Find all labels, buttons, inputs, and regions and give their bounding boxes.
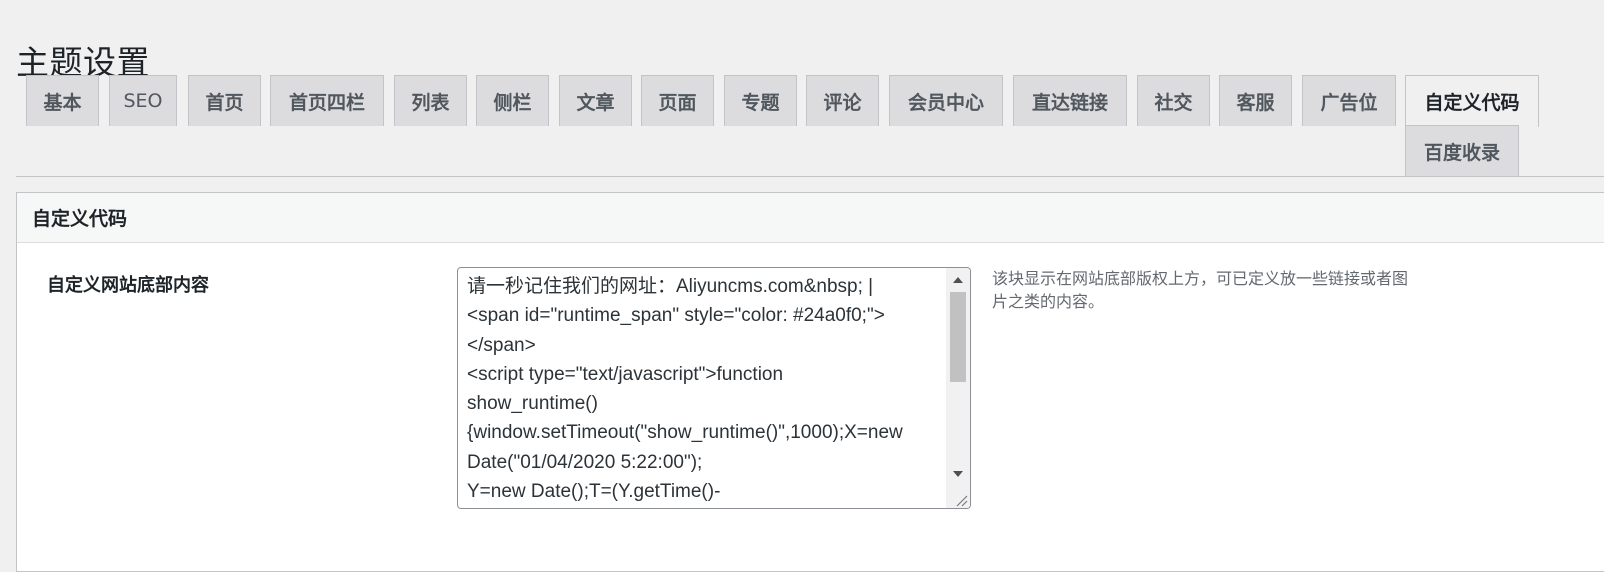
tab-home-four-columns[interactable]: 首页四栏 <box>270 75 384 126</box>
arrow-up-icon[interactable] <box>946 270 970 290</box>
tab-basic[interactable]: 基本 <box>26 75 99 126</box>
arrow-down-icon[interactable] <box>946 464 970 484</box>
tab-list[interactable]: 列表 <box>394 75 467 126</box>
tab-topic[interactable]: 专题 <box>724 75 797 126</box>
resize-grip-icon[interactable] <box>954 492 968 507</box>
tab-direct-links[interactable]: 直达链接 <box>1013 75 1127 126</box>
tab-seo[interactable]: SEO <box>109 75 177 126</box>
tab-page[interactable]: 页面 <box>641 75 714 126</box>
tab-comments[interactable]: 评论 <box>806 75 879 126</box>
tab-home[interactable]: 首页 <box>188 75 261 126</box>
scrollbar-thumb[interactable] <box>950 292 966 382</box>
tab-social[interactable]: 社交 <box>1137 75 1210 126</box>
tab-sidebar[interactable]: 侧栏 <box>476 75 549 126</box>
tab-custom-code[interactable]: 自定义代码 <box>1405 75 1539 127</box>
textarea-scrollbar[interactable] <box>946 268 970 508</box>
tab-member-center[interactable]: 会员中心 <box>889 75 1003 126</box>
tabs-divider <box>16 176 1604 177</box>
tab-customer-service[interactable]: 客服 <box>1219 75 1292 126</box>
footer-content-label: 自定义网站底部内容 <box>47 275 209 296</box>
footer-content-textarea[interactable]: 请一秒记住我们的网址：Aliyuncms.com&nbsp; | <span i… <box>457 267 971 509</box>
settings-panel: 自定义代码 自定义网站底部内容 请一秒记住我们的网址：Aliyuncms.com… <box>16 192 1604 572</box>
field-description: 该块显示在网站底部版权上方，可已定义放一些链接或者图片之类的内容。 <box>992 269 1409 311</box>
tab-ad-slots[interactable]: 广告位 <box>1302 75 1396 126</box>
panel-title: 自定义代码 <box>17 193 1604 243</box>
tab-article[interactable]: 文章 <box>559 75 632 126</box>
tab-baidu-indexing[interactable]: 百度收录 <box>1405 125 1519 176</box>
footer-content-value[interactable]: 请一秒记住我们的网址：Aliyuncms.com&nbsp; | <span i… <box>467 272 945 506</box>
